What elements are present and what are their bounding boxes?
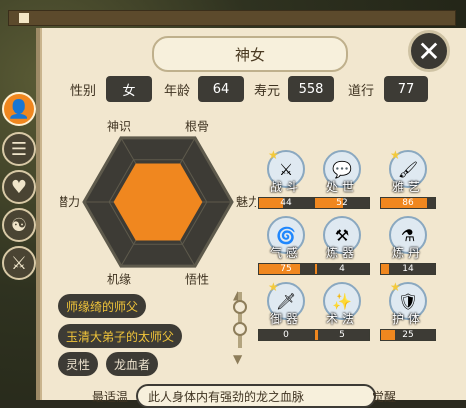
bottom-label: 最适温: [92, 390, 129, 404]
skill-value: 14: [402, 264, 414, 274]
star-icon: ★: [390, 280, 401, 294]
radar-label: 神识: [107, 120, 131, 134]
skill-bar: 86: [380, 197, 436, 209]
radar-label: 悟性: [185, 271, 209, 286]
stat-label-lifespan: 寿元: [254, 84, 281, 99]
radar-label: 魅力: [236, 194, 256, 209]
stat-label-gender: 性别: [70, 84, 97, 99]
radar-label: 根骨: [185, 120, 209, 134]
skill-1[interactable]: 💬 处世 52: [314, 150, 370, 209]
attribute-radar: 神识 根骨魅力悟性 机缘 潜力: [60, 120, 256, 286]
skill-value: 75: [280, 264, 292, 274]
skill-value: 5: [339, 330, 345, 340]
skill-2[interactable]: 🖌 ★ 雅艺 86: [380, 148, 436, 209]
star-icon: ★: [390, 148, 401, 162]
heart-icon: ♥: [10, 176, 28, 198]
skill-bar: 25: [380, 329, 436, 341]
skill-label: 处世: [325, 180, 358, 194]
scroll-knob[interactable]: [233, 322, 247, 336]
skill-value: 0: [283, 330, 289, 340]
skill-bar-fill: [315, 264, 318, 274]
skill-7[interactable]: ✨ 术法 5: [314, 282, 370, 341]
close-icon: ✕: [417, 34, 441, 68]
trait-tooltip: 此人身体内有强劲的龙之血脉: [136, 384, 376, 408]
sword-tab-icon: ⚔: [10, 252, 28, 274]
close-button[interactable]: ✕: [408, 30, 450, 72]
radar-label: 机缘: [107, 272, 131, 286]
trait-tag[interactable]: 灵性: [58, 352, 99, 376]
skill-value: 25: [402, 330, 414, 340]
skill-4[interactable]: ⚒ 炼器 4: [314, 216, 370, 275]
radar-label: 潜力: [60, 195, 80, 209]
side-tab-person[interactable]: 👤: [2, 92, 36, 126]
relation-tag[interactable]: 玉清大弟子的太师父: [58, 324, 183, 348]
stat-label-age: 年龄: [164, 84, 191, 99]
skill-6[interactable]: 🗡 ★ 御器 0: [258, 280, 314, 341]
star-icon: ★: [268, 148, 279, 162]
skill-label: 炼器: [325, 246, 358, 260]
skill-label: 气感: [269, 246, 302, 260]
skill-label: 雅艺: [391, 180, 424, 194]
skill-bar: 4: [314, 263, 370, 275]
top-bar: [8, 10, 456, 26]
skill-bar-fill: [381, 264, 389, 274]
skill-value: 52: [336, 198, 348, 208]
stat-value-age: 64: [198, 76, 244, 102]
scroll-down-icon[interactable]: ▼: [233, 352, 242, 366]
trait-tag[interactable]: 龙血者: [106, 352, 159, 376]
side-tab-yinyang[interactable]: ☯: [2, 208, 36, 242]
scroll-icon: ☰: [10, 138, 28, 160]
scroll-knob[interactable]: [233, 300, 247, 314]
skill-value: 4: [339, 264, 345, 274]
skill-bar: 0: [258, 329, 314, 341]
bottom-right-label: 觉醒: [372, 390, 397, 404]
character-name: 神女: [152, 36, 348, 72]
skill-bar: 44: [258, 197, 314, 209]
top-bar-marker: [19, 13, 29, 23]
skill-label: 御器: [269, 312, 302, 326]
skill-label: 术法: [325, 312, 358, 326]
skill-bar-fill: [315, 330, 318, 340]
skill-value: 86: [402, 198, 414, 208]
stat-value-dao: 77: [384, 76, 428, 102]
skill-bar-fill: [381, 330, 395, 340]
skill-bar: 5: [314, 329, 370, 341]
skill-0[interactable]: ⚔ ★ 战斗 44: [258, 148, 314, 209]
skill-label: 炼丹: [391, 246, 424, 260]
skill-label: 护体: [391, 312, 424, 326]
side-tab-heart[interactable]: ♥: [2, 170, 36, 204]
person-icon: 👤: [7, 98, 31, 120]
skill-5[interactable]: ⚗ 炼丹 14: [380, 216, 436, 275]
skill-bar: 52: [314, 197, 370, 209]
side-tab-scroll[interactable]: ☰: [2, 132, 36, 166]
relation-tag[interactable]: 师缘绮的师父: [58, 294, 147, 318]
yinyang-icon: ☯: [10, 214, 28, 236]
stat-value-lifespan: 558: [288, 76, 334, 102]
skill-value: 44: [280, 198, 292, 208]
stat-value-gender: 女: [106, 76, 152, 102]
star-icon: ★: [268, 280, 279, 294]
skill-label: 战斗: [269, 180, 302, 194]
side-tab-sword-tab[interactable]: ⚔: [2, 246, 36, 280]
skill-bar: 14: [380, 263, 436, 275]
skill-8[interactable]: 🛡 ★ 护体 25: [380, 280, 436, 341]
skill-bar: 75: [258, 263, 314, 275]
skill-3[interactable]: 🌀 气感 75: [258, 216, 314, 275]
stat-label-dao: 道行: [348, 84, 375, 99]
